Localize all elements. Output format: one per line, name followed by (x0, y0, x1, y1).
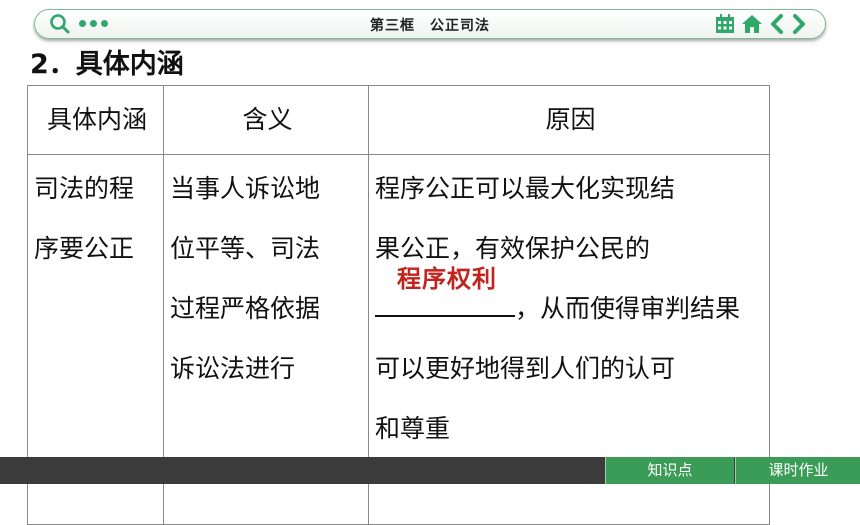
cell-line: 诉讼法进行 (170, 354, 296, 383)
column-header: 原因 (368, 85, 770, 155)
cell-line: 程序公正可以最大化实现结 (375, 174, 676, 203)
cell-line: 位平等、司法 (170, 234, 321, 263)
chevron-left-icon[interactable] (769, 14, 785, 34)
table-header-row: 具体内涵 含义 原因 (27, 85, 770, 155)
column-header: 具体内涵 (27, 85, 164, 155)
cell-line: 当事人诉讼地 (170, 174, 321, 203)
column-header: 含义 (163, 85, 369, 155)
chevron-right-icon[interactable] (791, 14, 807, 34)
home-icon[interactable] (741, 14, 763, 34)
homework-button[interactable]: 课时作业 (735, 457, 860, 484)
cell-line: 序要公正 (34, 234, 135, 263)
bottom-navigation-bar: 知识点 课时作业 (0, 457, 860, 484)
section-heading: 2．具体内涵 (30, 49, 184, 80)
cell-line: 可以更好地得到人们的认可 (375, 354, 676, 383)
cell-line: 过程严格依据 (170, 294, 321, 323)
cell-line: 司法的程 (34, 174, 135, 203)
page-title: 第三框 公正司法 (370, 18, 490, 34)
cell-text: ，从而使得审判结果 (515, 294, 741, 323)
cell-line: 程序权利 ，从而使得审判结果 (375, 265, 766, 339)
top-navigation-bar: 第三框 公正司法 (34, 9, 826, 39)
blank-answer: 程序权利 (397, 265, 497, 293)
calendar-grid-icon[interactable] (715, 14, 735, 34)
cell-line: 和尊重 (375, 414, 451, 443)
fill-in-blank: 程序权利 (375, 265, 515, 317)
knowledge-points-button[interactable]: 知识点 (605, 457, 734, 484)
